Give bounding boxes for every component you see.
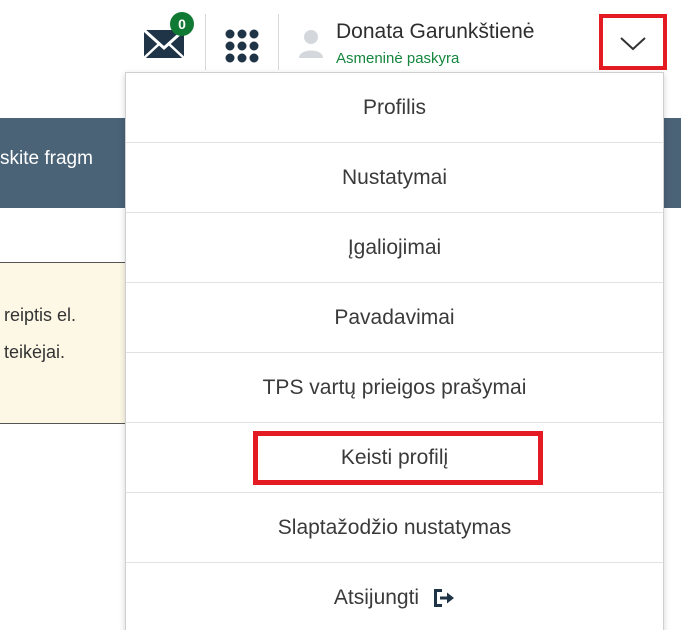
grid-dots-icon[interactable] xyxy=(222,26,262,66)
top-header: 0 Donata Garunkštienė Asmeninė paskyra xyxy=(0,0,681,74)
user-avatar-icon xyxy=(299,30,323,58)
menu-item-igaliojimai[interactable]: Įgaliojimai xyxy=(126,213,663,283)
account-type-label: Asmeninė paskyra xyxy=(336,50,460,67)
menu-item-profilis[interactable]: Profilis xyxy=(126,73,663,143)
background-banner-text: skite fragm xyxy=(0,148,93,169)
menu-item-nustatymai[interactable]: Nustatymai xyxy=(126,143,663,213)
chevron-down-icon xyxy=(620,37,646,51)
menu-item-label: Profilis xyxy=(362,95,426,119)
user-name[interactable]: Donata Garunkštienė xyxy=(336,20,534,44)
user-menu-toggle-button[interactable] xyxy=(599,14,667,70)
logout-icon xyxy=(434,589,455,607)
menu-item-label: Įgaliojimai xyxy=(347,235,442,259)
menu-item-tps-requests[interactable]: TPS vartų prieigos prašymai xyxy=(126,353,663,423)
menu-item-label: TPS vartų prieigos prašymai xyxy=(262,375,527,399)
header-divider xyxy=(278,14,279,70)
menu-item-password-settings[interactable]: Slaptažodžio nustatymas xyxy=(126,493,663,563)
menu-item-label: Nustatymai xyxy=(341,165,448,189)
menu-item-label: Atsijungti xyxy=(333,586,420,609)
page: skite fragm reiptis el. teikėjai. 0 Dona… xyxy=(0,0,681,630)
menu-item-label: Keisti profilį xyxy=(340,445,449,469)
background-notice-line: teikėjai. xyxy=(4,342,66,362)
header-divider xyxy=(205,14,206,70)
user-dropdown-menu: Profilis Nustatymai Įgaliojimai Pavadavi… xyxy=(125,72,664,630)
background-notice-line: reiptis el. xyxy=(4,305,77,325)
menu-item-logout[interactable]: Atsijungti xyxy=(126,563,663,630)
unread-count-badge: 0 xyxy=(170,12,194,36)
menu-item-pavadavimai[interactable]: Pavadavimai xyxy=(126,283,663,353)
menu-item-label: Pavadavimai xyxy=(334,305,455,329)
menu-item-label: Slaptažodžio nustatymas xyxy=(277,515,512,539)
menu-item-keisti-profili[interactable]: Keisti profilį xyxy=(126,423,663,493)
